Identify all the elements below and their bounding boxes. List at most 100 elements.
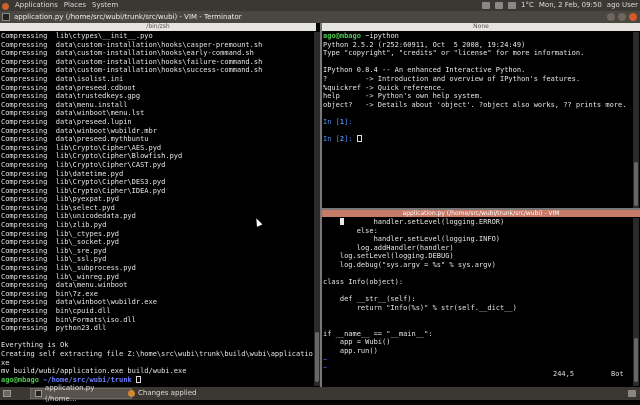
show-desktop-icon[interactable] — [3, 390, 11, 397]
terminal-line: mv build/wubi/application.exe build/wubi… — [1, 367, 187, 376]
terminal-line: Compressing lib\Crypto\Cipher\DES3.pyd — [1, 178, 166, 187]
in1-label: In [ — [323, 117, 340, 126]
taskbar-item-label: Changes applied — [138, 389, 197, 397]
vim-scrollbar-thumb[interactable] — [634, 338, 638, 382]
ipython-cursor — [356, 135, 362, 143]
top-panel: Applications Places System 1°C Mon, 2 Fe… — [0, 0, 640, 11]
terminal-line: Compressing data\winboot\wubildr.exe — [1, 298, 157, 307]
terminal-line: Compressing data\preseed.cdboot — [1, 83, 136, 92]
left-terminal-output[interactable]: Compressing lib\ctypes\__init__.pyo Compr… — [1, 32, 313, 384]
vim-line: handler.setLevel(logging.ERROR) — [323, 218, 505, 226]
network-icon[interactable] — [482, 2, 491, 9]
vim-line: def __str__(self): — [323, 295, 416, 304]
terminal-line: Compressing lib\Crypto\Cipher\CAST.pyd — [1, 160, 166, 169]
ipython-in2: In [2]: — [323, 135, 631, 144]
system-menu[interactable]: System — [92, 0, 118, 11]
trash-icon[interactable] — [628, 390, 636, 397]
vim-scroll-indicator: Bot — [611, 370, 624, 378]
user-switcher[interactable]: ago User — [607, 0, 638, 11]
ipython-line: IPython 0.8.4 -- An enhanced Interactive… — [323, 66, 526, 75]
terminal-line: Compressing data\custom-installation\hoo… — [1, 49, 254, 58]
vim-line: log.setLevel(logging.DEBUG) — [323, 252, 454, 261]
vim-line: log.debug("sys.argv = %s" % sys.argv) — [323, 260, 496, 269]
in1-end: ]: — [344, 117, 353, 126]
window-titlebar[interactable]: application.py (/home/src/wubi/trunk/src… — [0, 11, 640, 23]
ipython-line: ? -> Introduction and overview of IPytho… — [323, 74, 581, 83]
ipython-in1: In [1]: — [323, 118, 631, 127]
left-terminal-lines: Compressing lib\ctypes\__init__.pyo Compr… — [1, 32, 313, 376]
taskbar-item-terminator[interactable]: application.py (/home... — [30, 384, 132, 403]
in2-end: ]: — [344, 135, 353, 144]
ipython-line: %quickref -> Quick reference. — [323, 83, 446, 92]
ipython-pane-header: None — [322, 23, 640, 31]
terminal-line: Compressing lib\Crypto\Cipher\Blowfish.p… — [1, 152, 183, 161]
close-button[interactable] — [629, 13, 637, 21]
window-title: application.py (/home/src/wubi/trunk/src… — [14, 13, 242, 21]
ipython-line: object? -> Details about 'object'. ?obje… — [323, 100, 627, 109]
vim-line: if __name__ == "__main__": — [323, 329, 433, 338]
terminal-line: Compressing data\custom-installation\hoo… — [1, 66, 263, 75]
ipython-line: Type "copyright", "credits" or "license"… — [323, 49, 585, 58]
left-pane-header: /bin/zsh — [0, 23, 316, 31]
weather-indicator[interactable]: 1°C — [521, 0, 534, 11]
panel-menus: Applications Places System — [2, 0, 118, 11]
vim-line — [323, 270, 631, 279]
terminal-icon — [2, 13, 10, 21]
terminal-line: Compressing lib\_socket.pyd — [1, 238, 120, 247]
ipython-terminal[interactable]: ago@mbago ~ipython Python 2.5.2 (r252:609… — [323, 32, 631, 208]
ipython-prompt-user: ago@mbago — [323, 32, 361, 40]
terminal-line: Compressing data\trustedkeys.gpg — [1, 92, 141, 101]
terminal-line: Compressing lib\unicodedata.pyd — [1, 212, 136, 221]
terminal-line: xe — [1, 358, 10, 367]
prompt-user: ago@mbago — [1, 375, 39, 384]
terminal-line: Compressing data\menu.install — [1, 100, 128, 109]
terminal-line: Compressing data\winboot\wubildr.mbr — [1, 126, 157, 135]
vim-line: else: — [323, 226, 378, 235]
vim-line — [323, 287, 631, 296]
left-scrollbar-thumb[interactable] — [315, 332, 319, 382]
terminal-line: Compressing data\winboot\menu.lst — [1, 109, 145, 118]
vim-editor[interactable]: handler.setLevel(logging.ERROR) else: ha… — [323, 218, 631, 370]
terminal-line: Creating self extracting file Z:\home\sr… — [1, 349, 313, 358]
ipython-command: ~ipython — [365, 32, 399, 40]
ubuntu-logo-icon[interactable] — [2, 3, 9, 10]
terminal-line: Everything is Ok — [1, 341, 69, 350]
vim-statusline: 244,5 Bot — [322, 370, 640, 379]
maximize-button[interactable] — [618, 13, 626, 21]
ipython-scrollbar-thumb[interactable] — [634, 162, 638, 206]
minimize-button[interactable] — [607, 13, 615, 21]
terminal-icon — [35, 390, 42, 397]
vim-line — [323, 321, 631, 330]
taskbar-item-changes[interactable]: Changes applied — [124, 388, 214, 399]
terminal-line: Compressing bin\Formats\iso.dll — [1, 315, 136, 324]
terminal-line: Compressing data\preseed.mythbuntu — [1, 135, 149, 144]
terminal-line: Compressing lib\Crypto\Cipher\AES.pyd — [1, 143, 162, 152]
terminal-line: Compressing lib\_subprocess.pyd — [1, 264, 136, 273]
vim-line: log.addHandler(handler) — [323, 243, 454, 252]
ipython-line: Python 2.5.2 (r252:60911, Oct 5 2008, 19… — [323, 40, 526, 49]
vim-line — [323, 313, 631, 322]
places-menu[interactable]: Places — [64, 0, 86, 11]
system-tray: 1°C Mon, 2 Feb, 09:50 ago User — [482, 0, 638, 11]
clock[interactable]: Mon, 2 Feb, 09:50 — [539, 0, 602, 11]
terminal-line: Compressing lib\Crypto\Cipher\IDEA.pyd — [1, 186, 166, 195]
window-buttons — [607, 13, 637, 21]
ipython-launch-line: ago@mbago ~ipython — [323, 32, 631, 41]
ipython-scrollbar[interactable] — [633, 32, 639, 208]
volume-icon[interactable] — [495, 2, 504, 9]
terminal-line: Compressing lib\_sre.pyd — [1, 246, 107, 255]
settings-icon — [128, 390, 135, 397]
ipython-banner: Python 2.5.2 (r252:60911, Oct 5 2008, 19… — [323, 41, 631, 110]
pane-divider-vertical[interactable] — [320, 23, 322, 387]
terminal-line: Compressing lib\_ssl.pyd — [1, 255, 107, 264]
applications-menu[interactable]: Applications — [15, 0, 58, 11]
vim-line: app = Wubi() — [323, 338, 391, 347]
terminal-line: Compressing lib\datetime.pyd — [1, 169, 124, 178]
vim-line: class Info(object): — [323, 278, 404, 287]
vim-scrollbar[interactable] — [633, 218, 639, 386]
battery-icon[interactable] — [508, 2, 517, 9]
terminal-line: Compressing lib\ctypes\__init__.pyo — [1, 32, 153, 40]
terminal-line: Compressing lib\_winreg.pyd — [1, 272, 120, 281]
terminal-line: Compressing data\isolist.ini — [1, 74, 124, 83]
